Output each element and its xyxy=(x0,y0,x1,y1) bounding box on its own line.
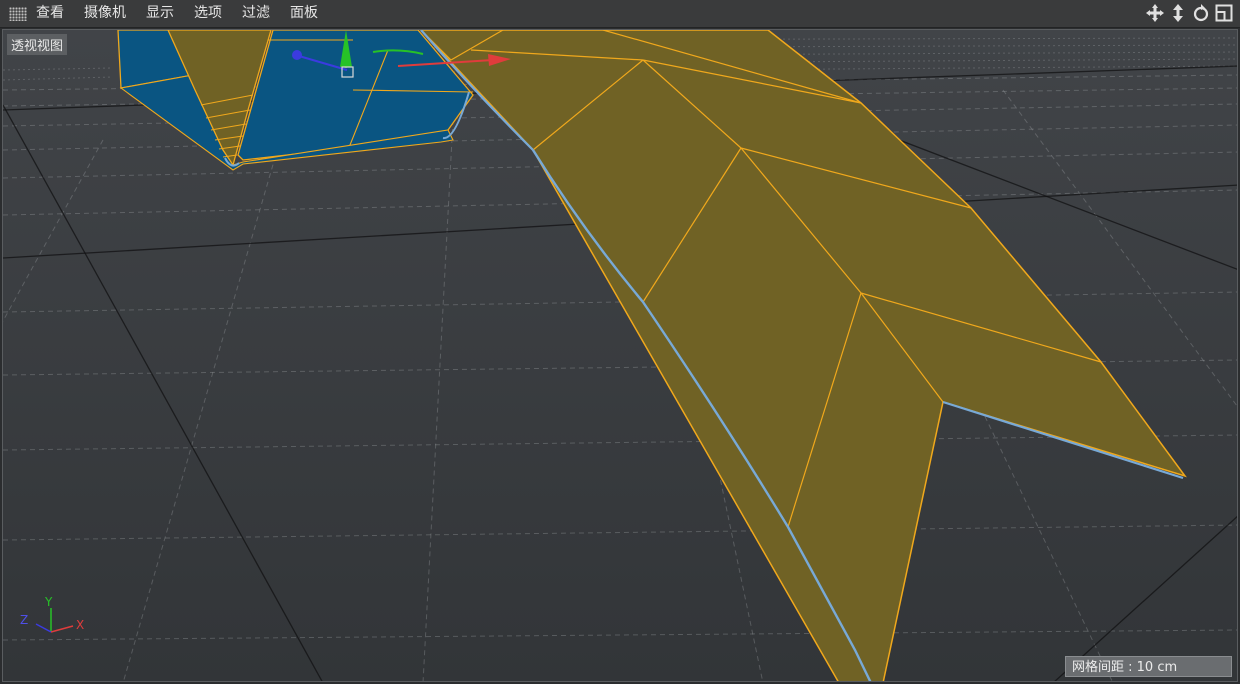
move-view-icon[interactable] xyxy=(1145,3,1165,23)
dolly-view-icon[interactable] xyxy=(1168,3,1188,23)
menu-filter[interactable]: 过滤 xyxy=(242,0,270,27)
menu-panel[interactable]: 面板 xyxy=(290,0,318,27)
rotate-view-icon[interactable] xyxy=(1191,3,1211,23)
menu-view[interactable]: 查看 xyxy=(36,0,64,27)
grid-spacing-readout: 网格间距 : 10 cm xyxy=(1065,656,1232,677)
menu-camera[interactable]: 摄像机 xyxy=(84,0,126,27)
view-navigation-icons xyxy=(1145,3,1234,23)
axis-x-label: X xyxy=(76,618,84,632)
perspective-viewport[interactable]: Y Z X 透视视图 网格间距 : 10 cm xyxy=(2,29,1238,682)
axis-z-label: Z xyxy=(20,613,28,627)
viewport-menubar: 查看 摄像机 显示 选项 过滤 面板 xyxy=(0,0,1240,28)
panel-grip-icon[interactable] xyxy=(9,6,27,21)
axis-y-label: Y xyxy=(44,595,53,609)
viewport-scene[interactable]: Y Z X xyxy=(3,30,1238,682)
viewport-name-label[interactable]: 透视视图 xyxy=(7,34,68,55)
gizmo-z-handle[interactable] xyxy=(292,50,302,60)
menu-display[interactable]: 显示 xyxy=(146,0,174,27)
menu-options[interactable]: 选项 xyxy=(194,0,222,27)
maximize-view-icon[interactable] xyxy=(1214,3,1234,23)
